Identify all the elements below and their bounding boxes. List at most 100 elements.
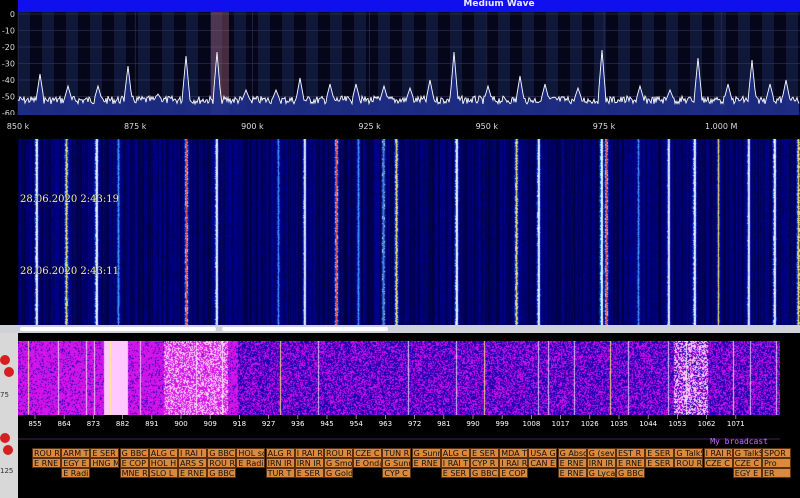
- waterfall-zoom-display[interactable]: [18, 341, 780, 419]
- station-label[interactable]: CZE C: [703, 458, 733, 468]
- frequency-tick-label: 909: [204, 420, 217, 428]
- scale-value: 75: [0, 391, 9, 399]
- station-label[interactable]: E SER: [645, 458, 675, 468]
- station-label[interactable]: HOL H: [148, 458, 178, 468]
- station-label[interactable]: E RNE: [557, 458, 587, 468]
- db-axis-label: -10: [2, 27, 15, 36]
- spectrum-display[interactable]: 0-10-20-30-40-50-60 850 k 875 k 900 k 925 k…: [0, 0, 800, 139]
- station-label[interactable]: MDA T: [499, 448, 529, 458]
- station-label[interactable]: CYP R: [470, 458, 499, 468]
- station-label[interactable]: I RAI T: [440, 458, 470, 468]
- station-label[interactable]: E RNE: [178, 468, 207, 478]
- scrollbar-thumb[interactable]: [20, 327, 216, 331]
- station-label[interactable]: ALG C: [440, 448, 470, 458]
- station-label[interactable]: E COP: [119, 458, 149, 468]
- station-label[interactable]: EGY E: [61, 458, 91, 468]
- station-label[interactable]: ALG C: [148, 448, 178, 458]
- red-marker-icon: [4, 367, 14, 377]
- station-label[interactable]: ARM T: [61, 448, 91, 458]
- station-label[interactable]: USA G: [528, 448, 558, 458]
- waterfall-display[interactable]: [18, 139, 800, 325]
- frequency-axis-label: 950 k: [476, 122, 499, 131]
- frequency-tick-label: 873: [87, 420, 100, 428]
- station-label[interactable]: E RNE: [411, 458, 441, 468]
- station-label[interactable]: E RNE: [557, 468, 587, 478]
- station-label[interactable]: E RNE: [32, 458, 61, 468]
- station-label[interactable]: G Absc: [557, 448, 587, 458]
- station-label[interactable]: G BBC: [207, 468, 237, 478]
- frequency-tick-label: 1053: [668, 420, 686, 428]
- station-label[interactable]: ROU R: [207, 458, 237, 468]
- scrollbar-thumb[interactable]: [222, 327, 388, 331]
- station-label[interactable]: E SER: [90, 448, 120, 458]
- station-label[interactable]: I RAI R: [703, 448, 733, 458]
- waterfall-timestamp: 28.06.2020 2:43:19: [20, 194, 119, 205]
- db-axis-label: -40: [2, 76, 15, 85]
- station-label[interactable]: ROU R: [674, 458, 704, 468]
- station-label[interactable]: G BBC: [119, 448, 149, 458]
- station-label[interactable]: ROU R: [32, 448, 61, 458]
- station-label[interactable]: G Sunr: [411, 448, 441, 458]
- frequency-axis-label: 875 k: [124, 122, 147, 131]
- station-label[interactable]: I RAI R: [294, 448, 324, 458]
- frequency-tick-label: 1035: [610, 420, 628, 428]
- station-label[interactable]: G Smo: [324, 458, 353, 468]
- station-label[interactable]: EST R: [616, 448, 645, 458]
- station-label[interactable]: E SER: [294, 468, 324, 478]
- frequency-tick-label: 936: [291, 420, 305, 428]
- station-label[interactable]: MNE R: [119, 468, 149, 478]
- db-axis-label: -50: [2, 93, 15, 102]
- station-label[interactable]: G TalkS: [732, 448, 762, 458]
- frequency-tick-label: 963: [379, 420, 392, 428]
- frequency-axis-label: 925 k: [358, 122, 381, 131]
- station-label[interactable]: E SER: [470, 448, 499, 458]
- frequency-tick-label: 1071: [727, 420, 745, 428]
- frequency-tick-label: 945: [320, 420, 333, 428]
- station-label[interactable]: ROU R: [324, 448, 353, 458]
- station-label[interactable]: G Sunr: [382, 458, 412, 468]
- station-label[interactable]: CAN E: [528, 458, 558, 468]
- station-label[interactable]: TUN R: [382, 448, 412, 458]
- station-label[interactable]: E SER: [440, 468, 470, 478]
- station-label[interactable]: E Onda: [353, 458, 383, 468]
- station-label[interactable]: E RNE: [616, 458, 645, 468]
- db-axis-label: -20: [2, 43, 15, 52]
- waterfall-timestamp: 28.06.2020 2:43:11: [20, 266, 119, 277]
- station-label[interactable]: SPOR: [762, 448, 791, 458]
- station-label[interactable]: I RAI I: [178, 448, 207, 458]
- station-label[interactable]: G TalkS: [674, 448, 704, 458]
- station-label[interactable]: I RAI R: [499, 458, 529, 468]
- station-label[interactable]: EGY E: [732, 468, 762, 478]
- station-label[interactable]: E COP: [499, 468, 529, 478]
- title-bar: Medium Wave: [18, 0, 800, 12]
- station-label[interactable]: CZE Č: [732, 458, 762, 468]
- frequency-tick-label: 900: [174, 420, 187, 428]
- station-label[interactable]: ER: [762, 468, 791, 478]
- station-label[interactable]: CZE C: [353, 448, 383, 458]
- station-label[interactable]: CYP C: [382, 468, 412, 478]
- station-label[interactable]: IRN IR: [294, 458, 324, 468]
- frequency-axis-label: 900 k: [241, 122, 264, 131]
- station-label[interactable]: ARS S: [178, 458, 207, 468]
- station-label[interactable]: G BBC: [470, 468, 499, 478]
- station-label[interactable]: ALG R: [265, 448, 295, 458]
- frequency-axis-label: 1.000 M: [705, 122, 737, 131]
- station-label[interactable]: E SER: [645, 448, 675, 458]
- station-label[interactable]: HNG M: [90, 458, 120, 468]
- station-label[interactable]: G (sev: [586, 448, 616, 458]
- frequency-axis-label: 850 k: [7, 122, 30, 131]
- station-label[interactable]: G Lyca: [586, 468, 616, 478]
- station-label[interactable]: SLO L: [148, 468, 178, 478]
- station-label[interactable]: HOL sc: [236, 448, 266, 458]
- station-label[interactable]: IRN IR: [586, 458, 616, 468]
- station-label[interactable]: IRN IR: [265, 458, 295, 468]
- station-label[interactable]: E Radi: [236, 458, 266, 468]
- frequency-tick-label: 918: [233, 420, 246, 428]
- station-label[interactable]: G BBC: [616, 468, 645, 478]
- station-label[interactable]: TUR T: [265, 468, 295, 478]
- station-label[interactable]: E Radi: [61, 468, 91, 478]
- frequency-axis: 855 864 873 882 891 900 909 918 927 936 945 954 963 9…: [18, 415, 780, 445]
- station-label[interactable]: G Gold: [324, 468, 353, 478]
- station-label[interactable]: Pro: [762, 458, 791, 468]
- station-label[interactable]: G BBC: [207, 448, 237, 458]
